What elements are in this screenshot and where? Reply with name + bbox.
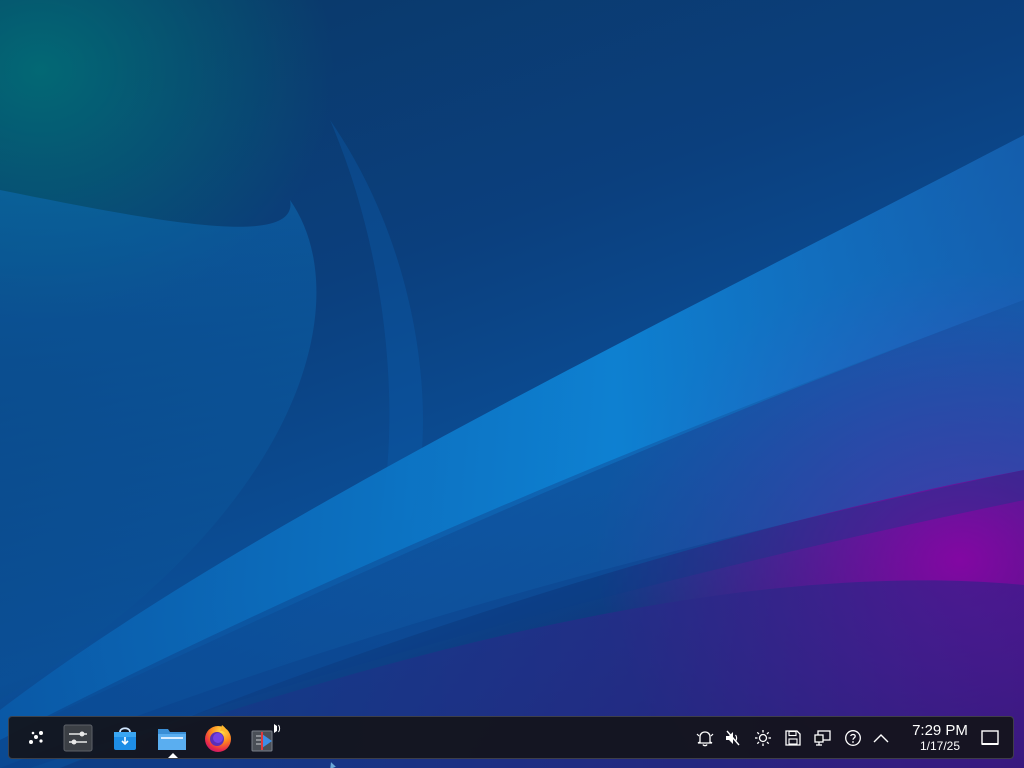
chevron-up-icon (873, 734, 889, 743)
desktop[interactable]: 7:29 PM 1/17/25 (0, 0, 1024, 768)
taskbar-item-system-settings[interactable] (61, 721, 95, 755)
taskbar-item-media-player[interactable] (248, 721, 282, 755)
tray-help[interactable] (843, 728, 863, 748)
taskbar: 7:29 PM 1/17/25 (8, 716, 1014, 759)
taskbar-item-dolphin[interactable] (155, 721, 189, 755)
show-desktop-button[interactable] (979, 727, 1001, 749)
tray-volume[interactable] (723, 728, 743, 748)
tray-brightness[interactable] (753, 728, 773, 748)
bell-icon (696, 731, 714, 747)
folder-icon (158, 729, 186, 750)
firefox-icon (205, 725, 231, 752)
network-icon (814, 730, 831, 746)
store-bag-icon (114, 727, 136, 750)
tray-notifications[interactable] (695, 728, 715, 748)
clock-date: 1/17/25 (919, 739, 961, 753)
active-window-indicator (168, 753, 178, 758)
sun-icon (755, 730, 771, 746)
taskbar-item-firefox[interactable] (201, 721, 235, 755)
taskbar-item-discover[interactable] (108, 721, 142, 755)
clock-time: 7:29 PM (912, 722, 968, 739)
app-launcher-icon (29, 731, 43, 744)
tray-expand[interactable] (871, 728, 891, 748)
tray-network[interactable] (813, 728, 833, 748)
help-circle-icon (845, 730, 861, 746)
disk-icon (785, 730, 801, 746)
digital-clock[interactable]: 7:29 PM 1/17/25 (895, 722, 985, 754)
wallpaper-waves (0, 120, 1024, 768)
settings-sliders-icon (63, 724, 93, 752)
speaker-muted-icon (726, 730, 740, 746)
media-player-icon (251, 724, 281, 752)
show-desktop-icon (981, 730, 999, 745)
app-launcher-button[interactable] (19, 721, 53, 755)
tray-disks[interactable] (783, 728, 803, 748)
